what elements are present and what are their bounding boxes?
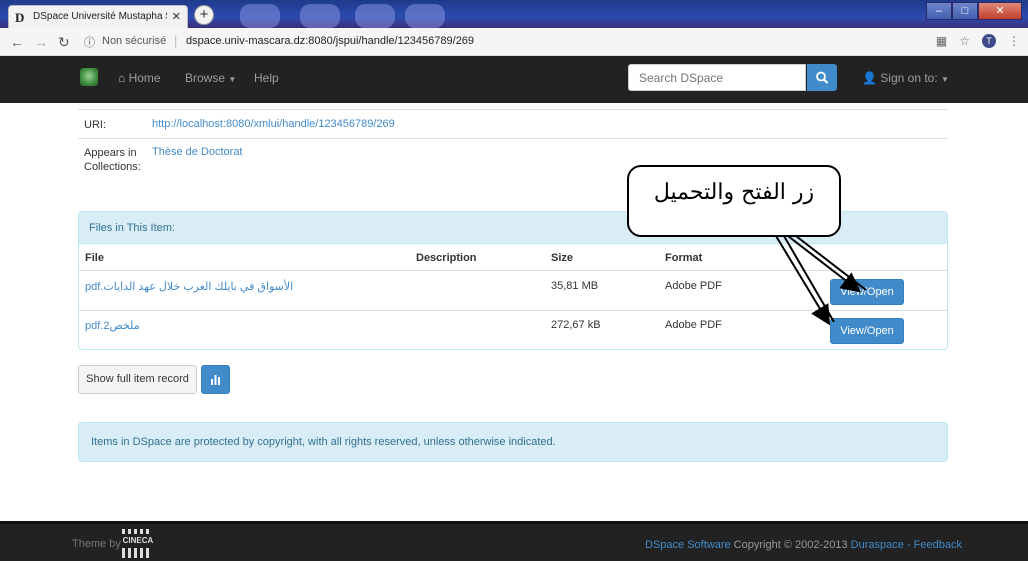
theme-by-label: Theme by: [72, 538, 121, 550]
cineca-logo[interactable]: CINECA: [120, 528, 156, 560]
footer-copyright: DSpace Software Copyright © 2002-2013 Du…: [645, 539, 962, 551]
footer-separator: -: [906, 539, 911, 551]
dspace-software-link[interactable]: DSpace Software: [645, 539, 731, 551]
page-footer: Theme by CINECA DSpace Software Copyrigh…: [0, 521, 1028, 561]
feedback-link[interactable]: Feedback: [914, 539, 962, 551]
duraspace-link[interactable]: Duraspace: [851, 539, 904, 551]
copyright-text: Copyright © 2002-2013: [733, 539, 848, 551]
annotation-arrows: [775, 235, 867, 326]
cineca-logo-text: CINECA: [122, 536, 154, 545]
